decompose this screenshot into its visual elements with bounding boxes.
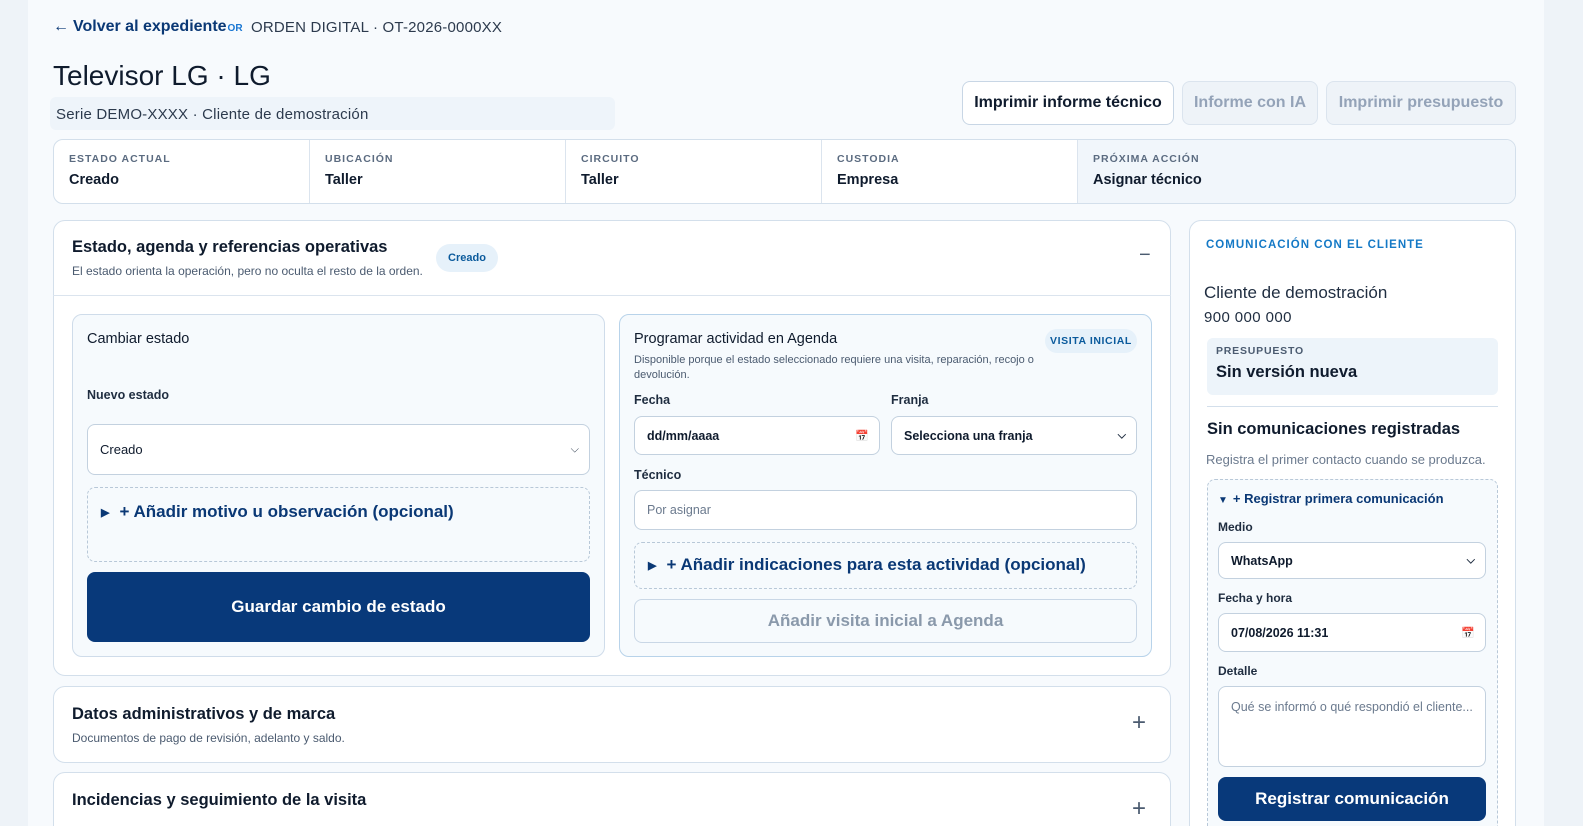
new-state-select[interactable]: Creado ⌵ xyxy=(87,424,590,475)
register-summary-label: + Registrar primera comunicación xyxy=(1232,491,1444,506)
empty-communications-title: Sin comunicaciones registradas xyxy=(1207,420,1461,438)
section-description: El estado orienta la operación, pero no … xyxy=(72,264,423,278)
register-communication-button[interactable]: Registrar comunicación xyxy=(1218,777,1486,821)
add-notes-label: + Añadir indicaciones para esta activida… xyxy=(666,555,1086,574)
collapse-triangle-icon: ▼ xyxy=(1218,495,1228,506)
status-label: Estado actual xyxy=(69,153,171,165)
print-budget-button[interactable]: Imprimir presupuesto xyxy=(1326,81,1516,125)
budget-value: Sin versión nueva xyxy=(1216,363,1358,381)
status-strip: Estado actual Creado Ubicación Taller Ci… xyxy=(53,139,1516,204)
expand-plus-icon[interactable]: + xyxy=(1132,795,1146,823)
slot-label: Franja xyxy=(891,393,929,407)
client-phone: 900 000 000 xyxy=(1204,309,1292,326)
technician-input[interactable]: Por asignar xyxy=(634,490,1137,530)
add-to-agenda-button[interactable]: Añadir visita inicial a Agenda xyxy=(634,599,1137,643)
client-name-wrapper: Cliente de demostración xyxy=(1204,283,1504,302)
order-badge: OR xyxy=(227,23,243,34)
page-title: Televisor LG · LG xyxy=(53,60,271,91)
status-value: Creado xyxy=(69,172,119,188)
back-link[interactable]: ← Volver al expedienteOR xyxy=(53,18,243,36)
detail-textarea[interactable]: Qué se informó o qué respondió el client… xyxy=(1218,686,1486,767)
collapse-icon[interactable]: − xyxy=(1139,244,1151,267)
add-reason-disclosure[interactable]: ▶ + Añadir motivo u observación (opciona… xyxy=(87,487,590,562)
chevron-down-icon: ⌵ xyxy=(1466,554,1475,566)
admin-section-card[interactable] xyxy=(53,686,1171,763)
back-arrow-icon: ← xyxy=(53,18,69,35)
divider xyxy=(1207,406,1498,407)
slot-value: Selecciona una franja xyxy=(904,428,1033,443)
detail-placeholder: Qué se informó o qué respondió el client… xyxy=(1231,700,1473,714)
communication-title: COMUNICACIÓN CON EL CLIENTE xyxy=(1206,239,1424,251)
datetime-input[interactable]: 07/08/2026 11:31 📅 xyxy=(1218,613,1486,652)
status-cell-next-action: Próxima acción Asignar técnico xyxy=(1078,140,1515,203)
change-state-title: Cambiar estado xyxy=(87,331,190,347)
save-state-button[interactable]: Guardar cambio de estado xyxy=(87,572,590,642)
budget-label: PRESUPUESTO xyxy=(1216,345,1304,357)
status-label: Circuito xyxy=(581,153,640,165)
date-input[interactable]: dd/mm/aaaa 📅 xyxy=(634,416,880,455)
add-reason-label: + Añadir motivo u observación (opcional) xyxy=(119,502,454,521)
date-placeholder: dd/mm/aaaa xyxy=(647,428,720,443)
ai-report-button[interactable]: Informe con IA xyxy=(1182,81,1318,125)
status-value: Empresa xyxy=(837,172,899,188)
status-value: Asignar técnico xyxy=(1093,172,1202,188)
new-state-label: Nuevo estado xyxy=(87,388,169,402)
empty-communications-description: Registra el primer contacto cuando se pr… xyxy=(1206,452,1486,467)
agenda-title: Programar actividad en Agenda xyxy=(634,331,838,347)
status-cell-custody: Custodia Empresa xyxy=(822,140,1078,203)
calendar-icon[interactable]: 📅 xyxy=(855,429,869,442)
date-label: Fecha xyxy=(634,393,671,407)
status-label: Ubicación xyxy=(325,153,394,165)
order-code: ORDEN DIGITAL · OT-2026-0000XX xyxy=(251,19,503,36)
status-cell-location: Ubicación Taller xyxy=(310,140,566,203)
calendar-icon[interactable]: 📅 xyxy=(1461,626,1475,639)
chevron-down-icon: ⌵ xyxy=(570,443,579,455)
new-state-value: Creado xyxy=(100,442,143,457)
back-link-label: Volver al expediente xyxy=(73,18,227,35)
status-label: Custodia xyxy=(837,153,900,165)
detail-label: Detalle xyxy=(1218,664,1258,678)
technician-placeholder: Por asignar xyxy=(647,503,711,517)
datetime-value: 07/08/2026 11:31 xyxy=(1231,625,1329,640)
section-title: Estado, agenda y referencias operativas xyxy=(72,238,388,256)
register-communication-summary[interactable]: ▼ + Registrar primera comunicación xyxy=(1218,491,1444,506)
status-cell-circuit: Circuito Taller xyxy=(566,140,822,203)
datetime-label: Fecha y hora xyxy=(1218,591,1293,605)
status-value: Taller xyxy=(325,172,363,188)
status-label: Próxima acción xyxy=(1093,153,1200,165)
expand-triangle-icon: ▶ xyxy=(648,560,657,572)
expand-triangle-icon: ▶ xyxy=(101,507,110,519)
expand-plus-icon[interactable]: + xyxy=(1132,709,1146,737)
status-agenda-header[interactable] xyxy=(53,220,1171,296)
incidents-section-title: Incidencias y seguimiento de la visita xyxy=(72,791,367,809)
slot-select[interactable]: Selecciona una franja ⌵ xyxy=(891,416,1137,455)
page-subtitle: Serie DEMO-XXXX · Cliente de demostració… xyxy=(56,106,369,123)
agenda-description: Disponible porque el estado seleccionado… xyxy=(634,354,1034,382)
medium-label: Medio xyxy=(1218,520,1253,534)
medium-select[interactable]: WhatsApp ⌵ xyxy=(1218,542,1486,579)
status-cell-state: Estado actual Creado xyxy=(54,140,310,203)
add-notes-disclosure[interactable]: ▶ + Añadir indicaciones para esta activi… xyxy=(634,542,1137,589)
admin-section-title: Datos administrativos y de marca xyxy=(72,705,336,723)
status-badge: Creado xyxy=(436,244,498,272)
technician-label: Técnico xyxy=(634,468,682,482)
admin-section-description: Documentos de pago de revisión, adelanto… xyxy=(72,731,345,745)
status-value: Taller xyxy=(581,172,619,188)
chevron-down-icon: ⌵ xyxy=(1117,429,1126,441)
client-name: Cliente de demostración xyxy=(1204,283,1388,302)
medium-value: WhatsApp xyxy=(1231,553,1293,568)
print-report-button[interactable]: Imprimir informe técnico xyxy=(962,81,1174,125)
visit-type-badge: VISITA INICIAL xyxy=(1045,329,1137,353)
